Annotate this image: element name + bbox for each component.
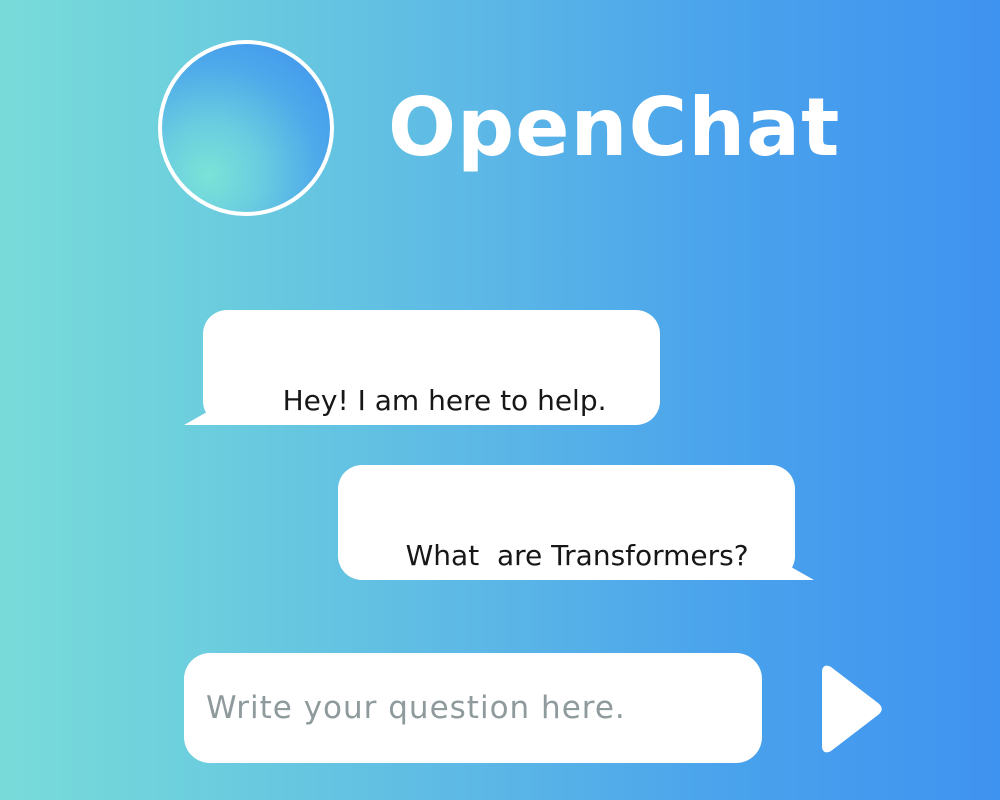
app-title: OpenChat <box>388 81 841 174</box>
play-triangle-icon <box>822 665 882 753</box>
question-input-box <box>184 653 762 763</box>
chat-app: OpenChat Hey! I am here to help. What ar… <box>0 0 1000 800</box>
user-message-text: What are Transformers? <box>405 539 749 572</box>
question-input[interactable] <box>184 653 762 763</box>
user-message-bubble: What are Transformers? <box>338 465 795 580</box>
assistant-message-text: Hey! I am here to help. <box>282 384 607 417</box>
assistant-avatar <box>158 40 334 216</box>
assistant-message-bubble: Hey! I am here to help. <box>203 310 660 425</box>
send-button[interactable] <box>812 664 884 754</box>
